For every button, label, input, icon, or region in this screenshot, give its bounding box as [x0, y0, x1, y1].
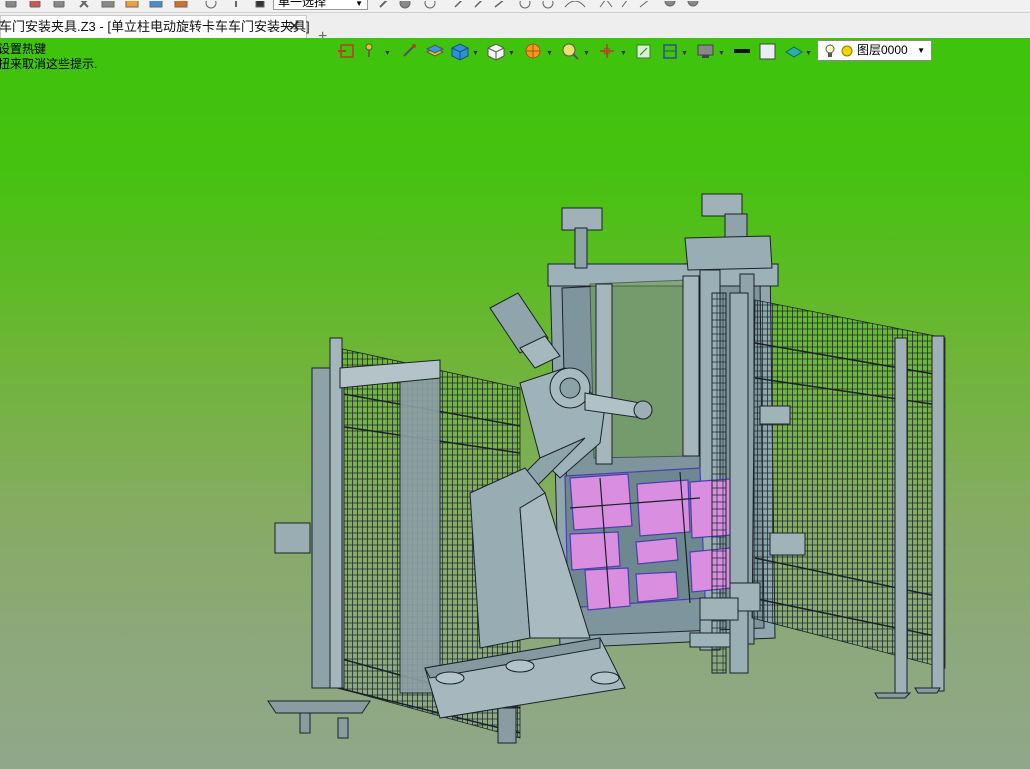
list-icon[interactable] [101, 0, 115, 8]
rotate-icon[interactable] [542, 0, 554, 9]
document-tab-bar: 车门安装夹具.Z3 - [单立柱电动旋转卡车车门安装夹具] ✕ + [0, 13, 1030, 45]
selection-filter-value: 单一选择 [278, 0, 327, 9]
close-icon[interactable]: ✕ [288, 16, 301, 38]
graphics-viewport[interactable]: 设置热键 扭来取消这些提示. ▼ ▼ ▼ ▼ ▼ ▼ ▼ ▼ ▼ 图层0000 [0, 38, 1030, 769]
snap-circle-icon[interactable] [399, 0, 411, 9]
main-toolbar: 单一选择 ▼ [0, 0, 1030, 13]
cad-model-view[interactable] [0, 38, 1030, 769]
snap-target-icon[interactable] [424, 0, 436, 9]
curve-icon[interactable] [564, 0, 650, 8]
settings-icon[interactable] [664, 0, 676, 7]
palette-icon[interactable] [125, 0, 139, 8]
save-icon[interactable] [53, 0, 65, 8]
book-icon[interactable] [149, 0, 163, 8]
right-safety-fence [711, 292, 946, 699]
toolbar-icons [5, 0, 699, 9]
chevron-down-icon: ▼ [355, 0, 363, 8]
point-icon[interactable] [519, 0, 531, 9]
gear-icon[interactable] [687, 0, 699, 7]
cut-icon[interactable] [79, 0, 89, 8]
document-tab[interactable]: 车门安装夹具.Z3 - [单立柱电动旋转卡车车门安装夹具] ✕ [0, 15, 310, 38]
line-icon[interactable] [454, 0, 505, 8]
history-icon[interactable] [205, 0, 217, 9]
selection-filter-dropdown[interactable]: 单一选择 ▼ [273, 0, 368, 10]
document-tab-title: 车门安装夹具.Z3 - [单立柱电动旋转卡车车门安装夹具] [0, 19, 310, 34]
open-file-icon[interactable] [29, 0, 41, 8]
snap-icon[interactable] [379, 0, 389, 8]
filter-icon[interactable] [255, 0, 265, 8]
photo-icon[interactable] [174, 0, 188, 8]
new-file-icon[interactable] [5, 0, 17, 8]
